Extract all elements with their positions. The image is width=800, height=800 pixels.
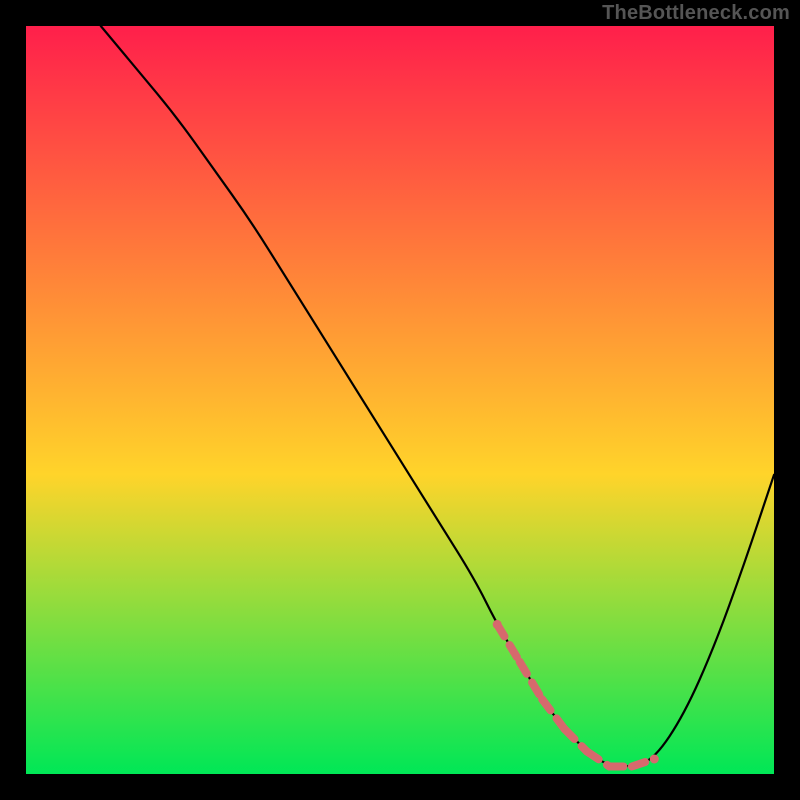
- gradient-background: [26, 26, 774, 774]
- chart-frame: TheBottleneck.com: [0, 0, 800, 800]
- chart-canvas: [26, 26, 774, 774]
- watermark-text: TheBottleneck.com: [602, 2, 790, 25]
- highlight-endpoint: [493, 620, 502, 629]
- highlight-endpoint: [650, 755, 659, 764]
